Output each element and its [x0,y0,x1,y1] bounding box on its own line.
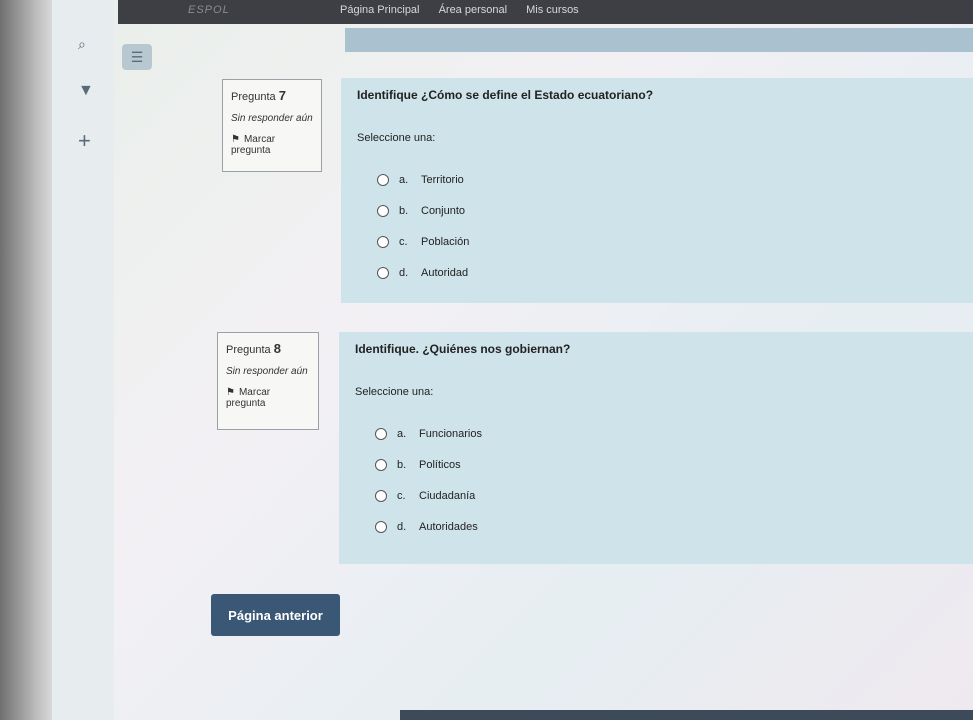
question-info-7: Pregunta 7 Sin responder aún ⚑ Marcar pre… [222,79,322,172]
answer-option[interactable]: a. Funcionarios [375,418,957,449]
flag-icon: ⚑ [226,387,235,398]
answer-option[interactable]: c. Población [377,226,957,257]
shield-icon[interactable]: ▼ [78,82,94,100]
radio-button[interactable] [375,520,387,533]
question-text: Identifique. ¿Quiénes nos gobiernan? [355,342,571,356]
question-info-8: Pregunta 8 Sin responder aún ⚑ Marcar pre… [217,332,319,430]
radio-button[interactable] [377,235,389,248]
flag-question-link[interactable]: ⚑ Marcar pregunta [231,134,313,156]
answer-prompt: Seleccione una: [355,386,434,398]
left-sidebar: ⌕ ▼ + [52,0,114,720]
radio-button[interactable] [375,489,387,502]
answer-option[interactable]: c. Ciudadanía [375,480,957,511]
top-navbar: ESPOL Página Principal Área personal Mis… [118,0,973,24]
answer-option[interactable]: d. Autoridades [375,511,957,542]
search-icon[interactable]: ⌕ [78,36,86,53]
main-nav: Página Principal Área personal Mis curso… [340,4,595,16]
question-state: Sin responder aún [231,113,313,124]
question-state: Sin responder aún [226,366,308,377]
question-content-7: Identifique ¿Cómo se define el Estado ec… [341,78,973,303]
answer-prompt: Seleccione una: [357,132,436,144]
previous-page-button[interactable]: Página anterior [211,594,340,636]
answer-option[interactable]: b. Conjunto [377,195,957,226]
radio-button[interactable] [375,458,387,471]
nav-my-courses[interactable]: Mis cursos [526,4,579,16]
question-number: Pregunta 8 [226,341,281,356]
menu-icon[interactable]: ☰ [122,44,152,70]
secondary-bar [345,28,973,52]
flag-icon: ⚑ [231,134,240,145]
radio-button[interactable] [377,173,389,186]
bottom-bar [400,710,973,720]
nav-personal-area[interactable]: Área personal [439,4,508,16]
answer-option[interactable]: a. Territorio [377,164,957,195]
answer-option[interactable]: d. Autoridad [377,257,957,288]
radio-button[interactable] [375,427,387,440]
radio-button[interactable] [377,266,389,279]
answer-option[interactable]: b. Políticos [375,449,957,480]
answer-list: a. Territorio b. Conjunto c. Población d… [377,164,957,288]
radio-button[interactable] [377,204,389,217]
brand-logo[interactable]: ESPOL [188,4,230,16]
nav-home[interactable]: Página Principal [340,4,420,16]
flag-question-link[interactable]: ⚑ Marcar pregunta [226,387,310,409]
answer-list: a. Funcionarios b. Políticos c. Ciudadan… [375,418,957,542]
plus-icon[interactable]: + [78,128,91,154]
question-number: Pregunta 7 [231,88,286,103]
screen-bezel [0,0,52,720]
question-text: Identifique ¿Cómo se define el Estado ec… [357,88,654,102]
question-content-8: Identifique. ¿Quiénes nos gobiernan? Sel… [339,332,973,564]
